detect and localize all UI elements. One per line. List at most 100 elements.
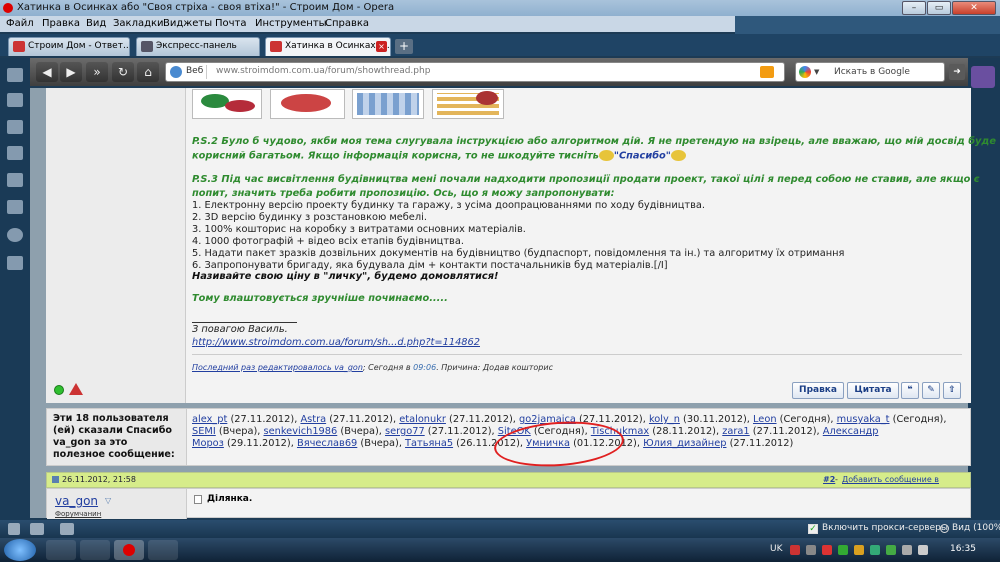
thanks-header: Эти 18 пользователя (ей) сказали Спасибо… [47,409,187,465]
back-button[interactable]: ◀ [36,62,58,82]
history-panel-icon[interactable] [7,228,23,242]
panel-toggle-icon[interactable] [8,523,20,535]
thanks-user-link[interactable]: Leon [753,414,777,425]
bookmarks-panel-icon[interactable] [7,68,23,82]
address-mode: Веб [186,66,204,76]
close-tab-icon[interactable]: × [376,41,387,52]
quick-reply-icon[interactable]: ✎ [922,382,940,399]
thanks-user-link[interactable]: Татьяна5 [405,438,453,449]
tab-current-thread[interactable]: Хатинка в Осинках а... × [265,37,391,56]
menu-view[interactable]: Вид [86,16,106,32]
clock[interactable]: 16:35 [950,544,976,554]
tab-speed-dial[interactable]: Экспресс-панель [136,37,260,56]
site-favicon-icon [13,41,25,52]
thanks-user-link[interactable]: zara1 [722,426,749,437]
explorer-taskbar-icon[interactable] [148,540,178,560]
tray-icon[interactable] [790,545,800,555]
proxy-label[interactable]: Включить прокси-серверы [822,523,948,533]
window-title: Хатинка в Осинках або "Своя стріха - сво… [17,2,395,13]
fast-forward-button[interactable]: » [86,62,108,82]
firefox-taskbar-icon[interactable] [80,540,110,560]
extension-icon[interactable] [971,66,995,88]
thanks-user-link[interactable]: alex_pt [192,414,227,425]
thanks-user-link[interactable]: Astra [300,414,326,425]
thanks-user-link[interactable]: SEMI [192,426,216,437]
tray-icon[interactable] [870,545,880,555]
menu-file[interactable]: Файл [6,16,34,32]
menu-tools[interactable]: Инструменты [255,16,327,32]
turbo-icon[interactable] [30,523,44,535]
google-logo-icon [799,66,811,78]
thanks-user-link[interactable]: koly_n [649,414,680,425]
tray-icon[interactable] [886,545,896,555]
tray-icon[interactable] [838,545,848,555]
thanks-user-link[interactable]: senkevich1986 [264,426,338,437]
online-status-icon [54,385,64,395]
thanks-user-link[interactable]: Мороз [192,438,224,449]
attachment-thumbnail[interactable] [352,89,424,119]
new-tab-button[interactable]: + [395,39,413,54]
desktop-background [735,16,1000,34]
forward-button[interactable]: ▶ [60,62,82,82]
unite-icon[interactable] [60,523,74,535]
multiquote-icon[interactable]: ❝ [901,382,919,399]
address-bar[interactable]: Веб www.stroimdom.com.ua/forum/showthrea… [165,62,785,82]
search-box[interactable]: ▼ Искать в Google [795,62,945,82]
zoom-level[interactable]: Вид (100%) [952,523,1000,533]
minimize-button[interactable]: – [902,1,926,15]
edit-history-link[interactable]: Последний раз редактировалось va_gon [192,363,363,372]
contacts-panel-icon[interactable] [7,173,23,187]
menu-mail[interactable]: Почта [215,16,247,32]
rss-feed-icon[interactable] [760,66,774,78]
opera-taskbar-icon[interactable] [114,540,144,560]
edit-button[interactable]: Правка [792,382,844,399]
menu-bookmarks[interactable]: Закладки [113,16,164,32]
report-post-icon[interactable] [69,383,83,395]
reload-button[interactable]: ↻ [112,62,134,82]
attachment-thumbnail[interactable] [192,89,262,119]
menu-help[interactable]: Справка [325,16,369,32]
thanks-icon[interactable]: ⇧ [943,382,961,399]
maximize-button[interactable]: ▭ [927,1,951,15]
author-link[interactable]: va_gon [55,494,98,508]
quote-button[interactable]: Цитата [847,382,899,399]
attachment-thumbnail[interactable] [270,89,345,119]
network-icon[interactable] [902,545,912,555]
menu-edit[interactable]: Правка [42,16,80,32]
tab-stroimdom-reply[interactable]: Строим Дом - Ответ... [8,37,130,56]
start-button[interactable] [4,539,36,561]
offer-item: 2. 3D версію будинку з розстановкою мебе… [192,212,427,223]
globe-icon [170,66,182,78]
notes-panel-icon[interactable] [7,146,23,160]
thanks-user-link[interactable]: Юлия_дизайнер [643,438,726,449]
home-button[interactable]: ⌂ [137,62,159,82]
downloads-panel-icon[interactable] [7,200,23,214]
post-author-column [46,88,186,403]
thanks-user-link[interactable]: Вячеслав69 [297,438,357,449]
tray-icon[interactable] [822,545,832,555]
proxy-checkbox[interactable]: ✓ [808,524,818,534]
thanks-user-link[interactable]: Александр [823,426,879,437]
ps2-line2: корисний багатьом. Якщо інформація корис… [192,150,686,162]
ie-taskbar-icon[interactable] [46,540,76,560]
thanks-user-link[interactable]: sergo77 [385,426,425,437]
tray-icon[interactable] [806,545,816,555]
volume-icon[interactable] [918,545,928,555]
menu-widgets[interactable]: Виджеты [163,16,212,32]
language-indicator[interactable]: UK [770,544,783,554]
search-input[interactable]: Искать в Google [834,67,910,77]
chevron-down-icon[interactable]: ▼ [814,68,819,76]
address-url[interactable]: www.stroimdom.com.ua/forum/showthread.ph… [216,66,430,76]
post-number-link[interactable]: #2 [823,473,835,487]
mail-panel-icon[interactable] [7,120,23,134]
tray-icon[interactable] [854,545,864,555]
add-panel-icon[interactable] [7,256,23,270]
signature-link[interactable]: http://www.stroimdom.com.ua/forum/sh...d… [192,337,480,348]
thanks-user-link[interactable]: musyaka_t [837,414,890,425]
search-go-button[interactable]: ➜ [949,64,965,80]
widgets-panel-icon[interactable] [7,93,23,107]
chevron-down-icon[interactable]: ▽ [105,496,111,505]
thanks-user-link[interactable]: etalonukr [399,414,446,425]
close-button[interactable]: ✕ [952,1,996,15]
thanks-quote: "Спасибо" [613,150,671,162]
